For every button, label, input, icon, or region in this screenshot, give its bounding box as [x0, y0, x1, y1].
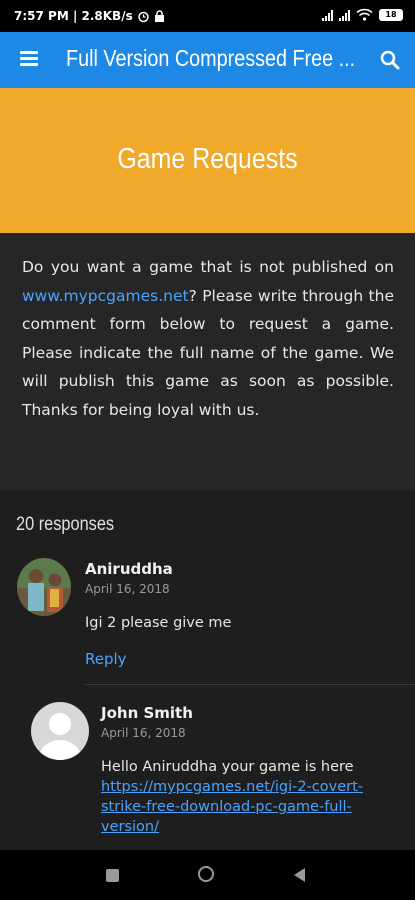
comments-section: 20 responses Aniruddha April 16, 2018 Ig…: [0, 490, 415, 850]
comment-author: Aniruddha: [85, 560, 173, 578]
comment-text: Igi 2 please give me: [85, 615, 232, 631]
status-bar: 7:57 PM | 2.8KB/s 18: [0, 0, 415, 32]
wifi-icon: [356, 8, 373, 21]
battery-icon: 18: [379, 8, 403, 21]
default-avatar-icon: [31, 702, 89, 760]
comment-divider: [85, 684, 415, 685]
app-title: Full Version Compressed Free ...: [66, 45, 356, 71]
comment-text: Hello Aniruddha your game is here https:…: [101, 759, 364, 835]
search-icon[interactable]: [379, 49, 401, 71]
system-nav-bar: [0, 850, 415, 900]
article-body: Do you want a game that is not published…: [0, 233, 415, 490]
page-title: Game Requests: [117, 143, 298, 175]
status-time: 7:57 PM | 2.8KB/s: [14, 9, 133, 23]
alarm-icon: [137, 11, 149, 22]
comment-date: April 16, 2018: [101, 726, 186, 740]
comment-date: April 16, 2018: [85, 582, 170, 596]
back-button[interactable]: [294, 868, 305, 882]
signal-1-icon: [322, 9, 333, 21]
recents-button[interactable]: [106, 869, 119, 882]
page-hero: Game Requests: [0, 88, 415, 233]
lock-icon: [154, 10, 164, 22]
website-link[interactable]: www.mypcgames.net: [22, 287, 189, 305]
article-paragraph: Do you want a game that is not published…: [22, 258, 394, 419]
commenter-avatar: [17, 558, 71, 616]
comments-count: 20 responses: [16, 514, 115, 535]
comment-author: John Smith: [101, 704, 193, 722]
reply-link[interactable]: Reply: [85, 650, 127, 668]
game-download-link[interactable]: https://mypcgames.net/igi-2-covert-strik…: [101, 779, 363, 835]
signal-2-icon: [339, 9, 350, 21]
app-bar: Full Version Compressed Free ...: [0, 32, 415, 88]
menu-icon[interactable]: [20, 51, 38, 66]
home-button[interactable]: [198, 866, 214, 882]
